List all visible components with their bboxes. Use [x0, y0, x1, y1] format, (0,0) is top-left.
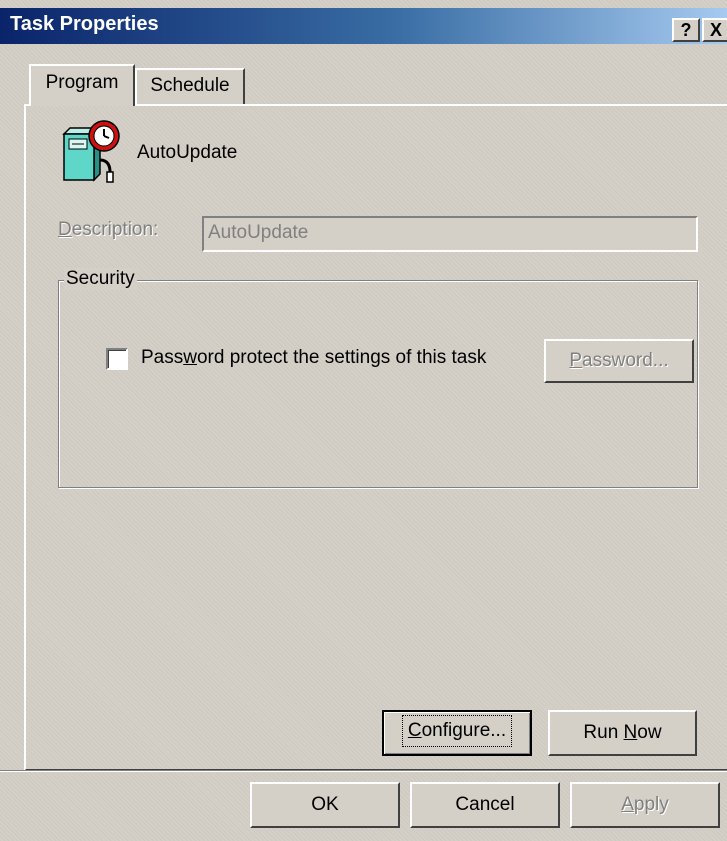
task-properties-dialog: Task Properties ? X Program Schedule Aut…	[0, 0, 727, 841]
cancel-button[interactable]: Cancel	[410, 782, 560, 828]
security-group-label: Security	[64, 268, 137, 290]
window-title: Task Properties	[10, 13, 159, 35]
password-protect-checkbox[interactable]	[106, 348, 128, 370]
close-button[interactable]: X	[702, 18, 727, 42]
run-now-button-label: Run Now	[583, 722, 662, 743]
password-protect-label[interactable]: Password protect the settings of this ta…	[141, 347, 486, 369]
apply-button[interactable]: Apply	[570, 782, 720, 828]
password-button-label: Password...	[569, 350, 669, 371]
tab-schedule-label: Schedule	[150, 75, 230, 96]
title-bar[interactable]: Task Properties ? X	[0, 8, 727, 44]
help-button[interactable]: ?	[672, 18, 700, 42]
tab-schedule[interactable]: Schedule	[135, 68, 245, 104]
task-name: AutoUpdate	[137, 142, 238, 163]
configure-button-label: Configure...	[401, 715, 513, 747]
help-icon: ?	[680, 20, 692, 40]
description-field[interactable]: AutoUpdate	[202, 216, 698, 252]
description-value: AutoUpdate	[208, 222, 309, 243]
tab-program-label: Program	[45, 72, 119, 93]
close-icon: X	[709, 20, 722, 40]
footer-separator-highlight	[0, 771, 727, 772]
description-label: Description:	[58, 219, 159, 240]
ok-button[interactable]: OK	[250, 782, 400, 828]
ok-button-label: OK	[311, 794, 339, 815]
cancel-button-label: Cancel	[455, 794, 515, 815]
run-now-button[interactable]: Run Now	[548, 710, 697, 756]
password-button[interactable]: Password...	[544, 339, 694, 383]
configure-button[interactable]: Configure...	[382, 710, 532, 756]
security-groupbox	[58, 280, 698, 488]
tab-program[interactable]: Program	[29, 64, 135, 106]
scheduled-task-icon	[60, 120, 128, 184]
apply-button-label: Apply	[621, 794, 669, 815]
